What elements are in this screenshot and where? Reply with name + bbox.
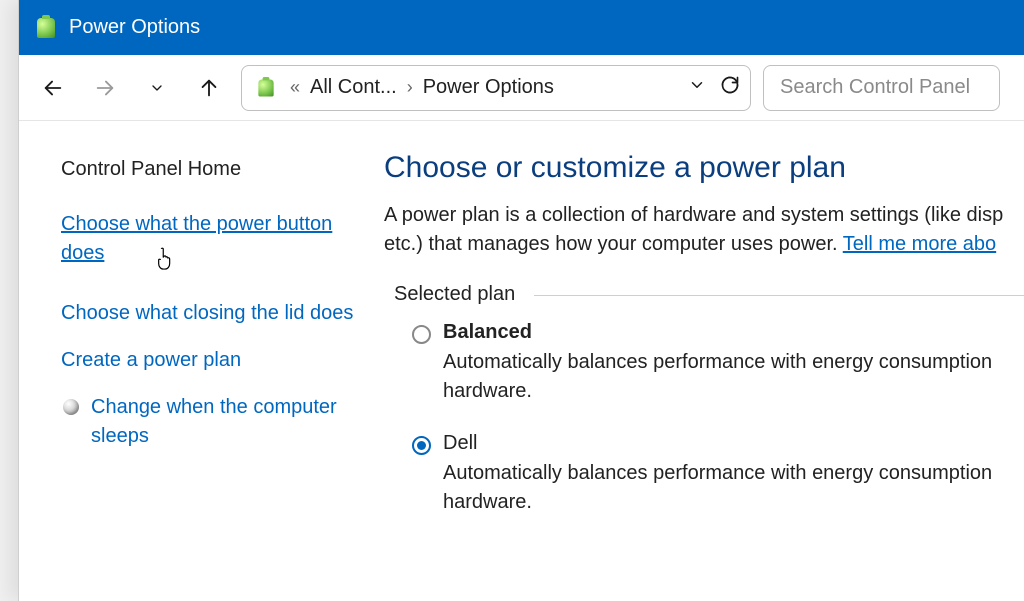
selected-plan-group: Selected plan Balanced Automatically bal… <box>394 281 1024 517</box>
page-heading: Choose or customize a power plan <box>384 151 1024 185</box>
search-box[interactable] <box>763 65 1000 111</box>
power-options-window: Power Options « All Cont... › Power Opti… <box>18 0 1024 601</box>
forward-button[interactable] <box>85 68 125 108</box>
refresh-icon[interactable] <box>720 75 740 101</box>
plan-name: Balanced <box>443 321 992 344</box>
address-bar-icon <box>252 74 280 102</box>
moon-icon <box>61 397 81 417</box>
page-description: A power plan is a collection of hardware… <box>384 201 1024 259</box>
breadcrumb-seg2[interactable]: Power Options <box>423 76 554 99</box>
content-area: Control Panel Home Choose what the power… <box>19 121 1024 601</box>
divider-line <box>534 295 1024 296</box>
link-change-sleep[interactable]: Change when the computer sleeps <box>91 393 356 451</box>
plan-name: Dell <box>443 432 992 455</box>
link-power-button-does[interactable]: Choose what the power button does <box>61 210 356 268</box>
breadcrumb-prefix: « <box>290 77 300 98</box>
sidebar: Control Panel Home Choose what the power… <box>19 121 384 601</box>
up-button[interactable] <box>189 68 229 108</box>
plan-option-dell[interactable]: Dell Automatically balances performance … <box>394 406 1024 517</box>
address-bar[interactable]: « All Cont... › Power Options <box>241 65 751 111</box>
radio-dell[interactable] <box>412 436 431 455</box>
plan-desc-line: hardware. <box>443 380 532 402</box>
desc-line1: A power plan is a collection of hardware… <box>384 204 1003 226</box>
link-close-lid-does[interactable]: Choose what closing the lid does <box>61 299 356 328</box>
control-panel-home[interactable]: Control Panel Home <box>61 155 356 184</box>
radio-balanced[interactable] <box>412 325 431 344</box>
tell-me-more-link[interactable]: Tell me more abo <box>843 233 996 255</box>
plan-desc-line: Automatically balances performance with … <box>443 462 992 484</box>
plan-desc-line: Automatically balances performance with … <box>443 351 992 373</box>
address-dropdown-icon[interactable] <box>688 76 706 100</box>
plan-option-balanced[interactable]: Balanced Automatically balances performa… <box>394 303 1024 406</box>
window-title: Power Options <box>69 16 200 39</box>
breadcrumb-separator: › <box>407 77 413 98</box>
selected-plan-label: Selected plan <box>394 283 525 306</box>
recent-dropdown[interactable] <box>137 68 177 108</box>
power-battery-icon <box>35 17 57 39</box>
link-create-power-plan[interactable]: Create a power plan <box>61 346 356 375</box>
back-button[interactable] <box>33 68 73 108</box>
toolbar: « All Cont... › Power Options <box>19 55 1024 121</box>
desc-line2: etc.) that manages how your computer use… <box>384 233 843 255</box>
titlebar[interactable]: Power Options <box>19 0 1024 55</box>
plan-desc-line: hardware. <box>443 491 532 513</box>
breadcrumb-seg1[interactable]: All Cont... <box>310 76 397 99</box>
main-content: Choose or customize a power plan A power… <box>384 121 1024 601</box>
search-input[interactable] <box>780 76 983 99</box>
